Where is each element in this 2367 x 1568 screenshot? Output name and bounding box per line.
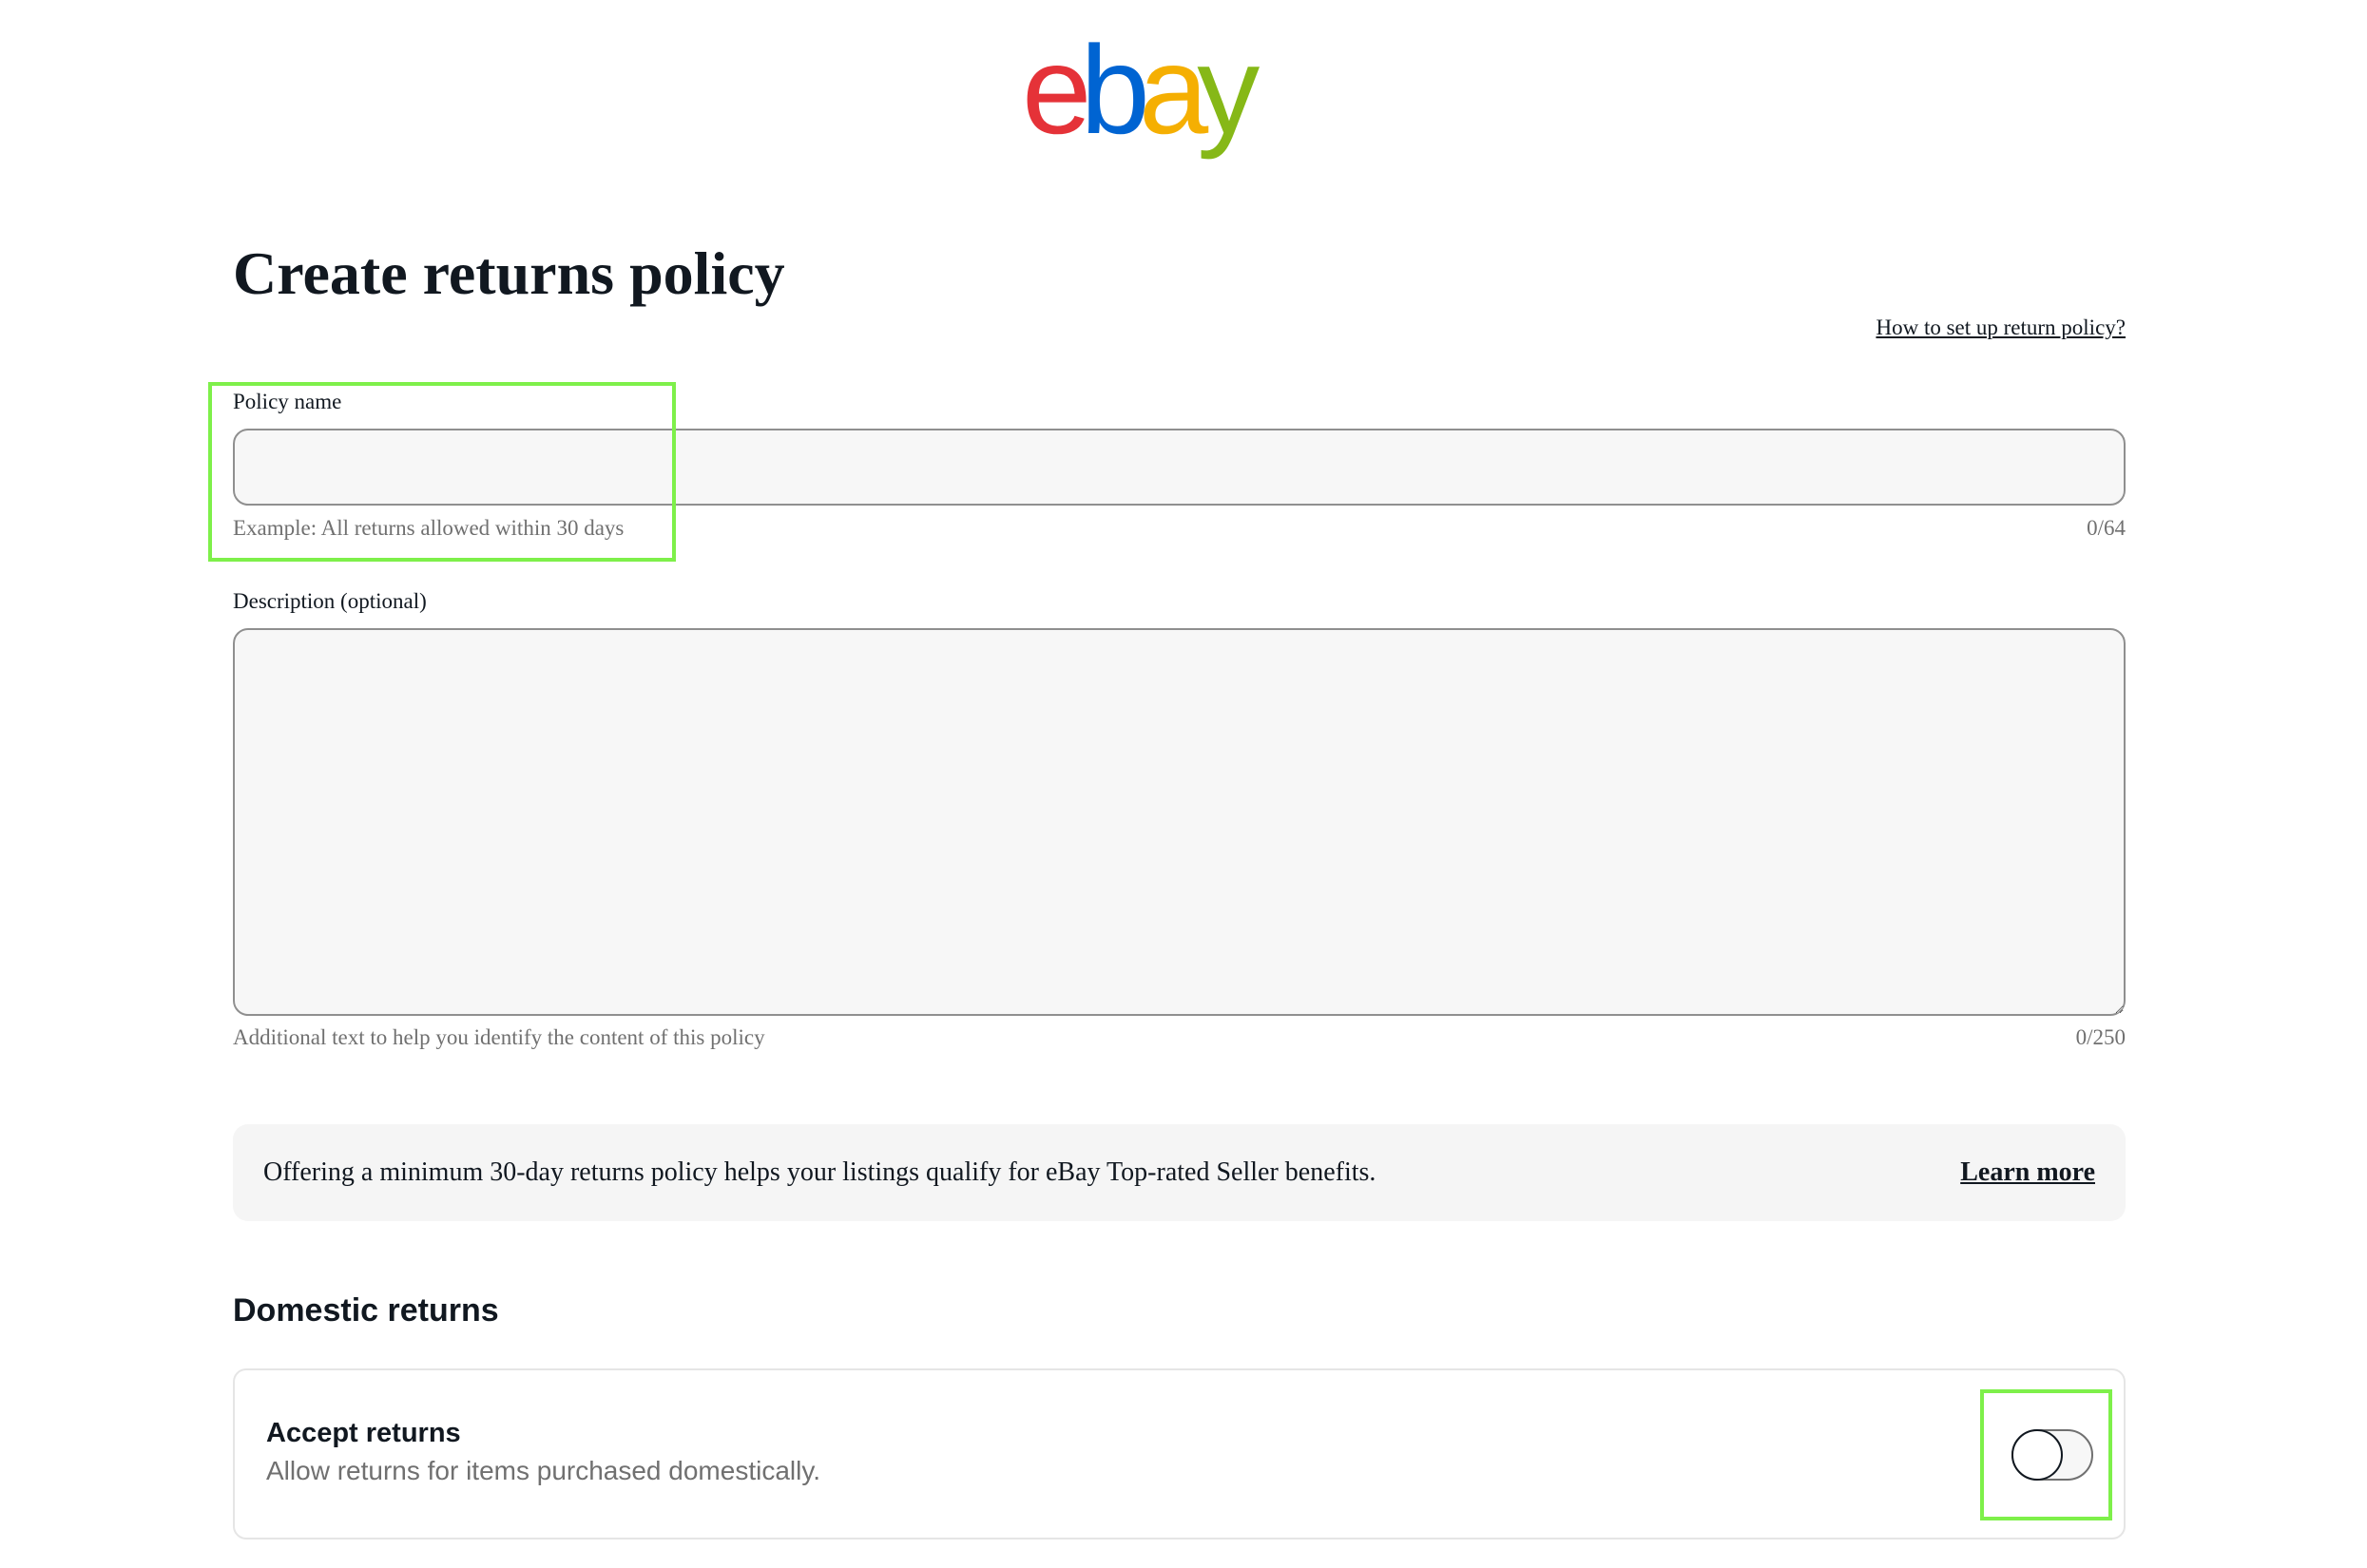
- help-link-return-policy[interactable]: How to set up return policy?: [1876, 316, 2126, 340]
- accept-returns-card: Accept returns Allow returns for items p…: [233, 1368, 2126, 1539]
- logo-letter-b: b: [1080, 20, 1150, 160]
- logo-letter-y: y: [1197, 20, 1260, 160]
- learn-more-link[interactable]: Learn more: [1960, 1157, 2095, 1188]
- policy-name-counter: 0/64: [2087, 516, 2126, 540]
- accept-returns-title: Accept returns: [266, 1418, 461, 1448]
- ebay-logo[interactable]: ebay: [1022, 28, 1260, 153]
- logo-letter-a: a: [1138, 20, 1209, 160]
- description-textarea[interactable]: [233, 628, 2126, 1016]
- page: ebay Create returns policy How to set up…: [0, 0, 2367, 1568]
- accept-returns-subtitle: Allow returns for items purchased domest…: [266, 1456, 821, 1485]
- toggle-knob: [2011, 1429, 2063, 1481]
- policy-name-label: Policy name: [233, 390, 342, 413]
- policy-name-input[interactable]: [233, 429, 2126, 506]
- accept-returns-toggle[interactable]: [2011, 1429, 2093, 1481]
- description-counter: 0/250: [2075, 1025, 2126, 1049]
- description-label: Description (optional): [233, 589, 427, 613]
- top-rated-info-banner: Offering a minimum 30-day returns policy…: [233, 1124, 2126, 1221]
- domestic-returns-heading: Domestic returns: [233, 1292, 499, 1329]
- page-title: Create returns policy: [233, 239, 785, 307]
- policy-name-helper: Example: All returns allowed within 30 d…: [233, 516, 625, 540]
- info-banner-text: Offering a minimum 30-day returns policy…: [263, 1157, 1376, 1187]
- description-helper: Additional text to help you identify the…: [233, 1025, 765, 1049]
- logo-letter-e: e: [1022, 20, 1092, 160]
